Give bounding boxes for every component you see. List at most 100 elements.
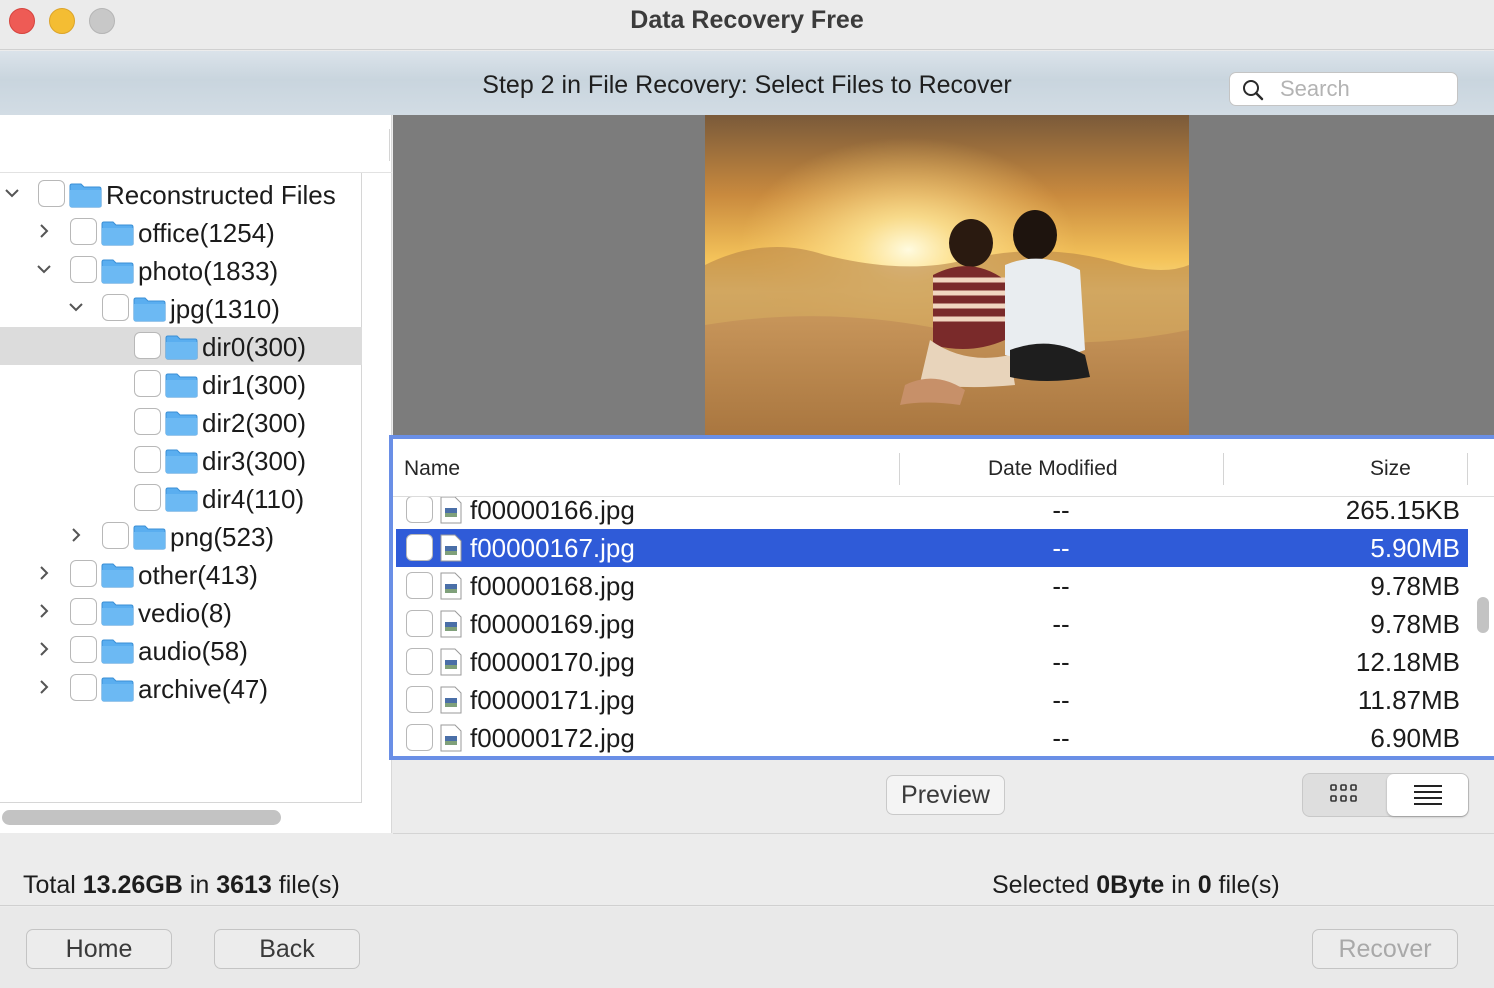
tree-item-label: dir2(300) (202, 408, 307, 438)
search-box[interactable] (1229, 72, 1458, 106)
tree-checkbox[interactable] (102, 294, 129, 321)
file-row[interactable]: f00000166.jpg -- 265.15KB (396, 497, 1468, 529)
horizontal-scrollbar[interactable] (2, 810, 281, 825)
tree-item-label: photo(1833) (138, 256, 279, 286)
view-mode-toggle (1302, 773, 1469, 817)
chevron-right-icon[interactable] (35, 222, 53, 240)
tree-checkbox[interactable] (70, 218, 97, 245)
tree-item-dir0[interactable]: dir0(300) (0, 327, 362, 365)
folder-tree: Reconstructed Files office(1254) photo(1… (0, 173, 362, 803)
tree-item-label: other(413) (138, 560, 258, 590)
folder-icon (101, 259, 134, 284)
file-row[interactable]: f00000170.jpg -- 12.18MB (396, 643, 1468, 681)
folder-icon (101, 563, 134, 588)
tree-checkbox[interactable] (70, 674, 97, 701)
tree-item-photo[interactable]: photo(1833) (0, 251, 362, 289)
tree-item-jpg[interactable]: jpg(1310) (0, 289, 362, 327)
selected-size: 0Byte (1096, 871, 1165, 899)
total-prefix: Total (23, 871, 83, 899)
tree-checkbox[interactable] (70, 560, 97, 587)
tree-item-png[interactable]: png(523) (0, 517, 362, 555)
tree-item-label: office(1254) (138, 218, 275, 248)
window-title: Data Recovery Free (630, 6, 864, 34)
chevron-right-icon[interactable] (35, 564, 53, 582)
tree-checkbox[interactable] (134, 484, 161, 511)
recover-button[interactable]: Recover (1312, 929, 1458, 969)
column-header-name[interactable]: Name (404, 457, 460, 481)
column-divider (1467, 453, 1468, 485)
file-checkbox[interactable] (406, 572, 433, 599)
file-name: f00000167.jpg (470, 533, 635, 563)
file-checkbox[interactable] (406, 534, 433, 561)
image-file-icon (440, 534, 462, 562)
folder-icon (101, 221, 134, 246)
chevron-right-icon[interactable] (35, 678, 53, 696)
column-header-size[interactable]: Size (1370, 457, 1411, 481)
file-list-header: Name Date Modified Size (393, 439, 1494, 497)
tree-checkbox[interactable] (102, 522, 129, 549)
file-size: 9.78MB (1370, 609, 1460, 639)
folder-icon (69, 183, 102, 208)
vertical-scrollbar[interactable] (1477, 597, 1489, 633)
tree-checkbox[interactable] (134, 332, 161, 359)
tree-checkbox[interactable] (70, 636, 97, 663)
folder-icon (165, 335, 198, 360)
file-checkbox[interactable] (406, 497, 433, 523)
file-size: 12.18MB (1355, 647, 1460, 677)
image-file-icon (440, 686, 462, 714)
tree-item-dir4[interactable]: dir4(110) (0, 479, 362, 517)
tree-checkbox[interactable] (70, 256, 97, 283)
tree-item-audio[interactable]: audio(58) (0, 631, 362, 669)
file-checkbox[interactable] (406, 686, 433, 713)
tree-item-other[interactable]: other(413) (0, 555, 362, 593)
selected-summary: Selected 0Byte in 0 file(s) (992, 871, 1280, 900)
file-date: -- (1052, 647, 1070, 677)
tree-item-archive[interactable]: archive(47) (0, 669, 362, 707)
chevron-right-icon[interactable] (35, 602, 53, 620)
file-name: f00000172.jpg (470, 723, 635, 753)
bottom-bar: Home Back Recover (0, 907, 1494, 988)
tree-item-dir2[interactable]: dir2(300) (0, 403, 362, 441)
folder-icon (165, 373, 198, 398)
search-input[interactable] (1280, 75, 1450, 103)
tree-item-vedio[interactable]: vedio(8) (0, 593, 362, 631)
column-header-date[interactable]: Date Modified (988, 457, 1118, 481)
tree-item-reconstructed-files[interactable]: Reconstructed Files (0, 175, 362, 213)
grid-view-button[interactable] (1303, 774, 1387, 816)
chevron-right-icon[interactable] (35, 640, 53, 658)
chevron-down-icon[interactable] (35, 260, 53, 278)
file-size: 11.87MB (1357, 685, 1460, 715)
image-file-icon (440, 572, 462, 600)
search-icon (1243, 80, 1264, 101)
folder-icon (101, 677, 134, 702)
back-button[interactable]: Back (214, 929, 360, 969)
file-row[interactable]: f00000168.jpg -- 9.78MB (396, 567, 1468, 605)
tree-checkbox[interactable] (134, 408, 161, 435)
tree-checkbox[interactable] (38, 180, 65, 207)
file-checkbox[interactable] (406, 648, 433, 675)
file-checkbox[interactable] (406, 724, 433, 751)
tree-checkbox[interactable] (134, 446, 161, 473)
tree-item-label: dir0(300) (202, 332, 307, 362)
tree-item-office[interactable]: office(1254) (0, 213, 362, 251)
file-row[interactable]: f00000172.jpg -- 6.90MB (396, 719, 1468, 757)
list-view-button[interactable] (1387, 774, 1468, 816)
grid-view-icon (1330, 784, 1357, 802)
chevron-right-icon[interactable] (67, 526, 85, 544)
title-bar: Data Recovery Free (0, 0, 1494, 50)
home-button[interactable]: Home (26, 929, 172, 969)
tree-item-dir1[interactable]: dir1(300) (0, 365, 362, 403)
file-checkbox[interactable] (406, 610, 433, 637)
chevron-down-icon[interactable] (3, 184, 21, 202)
file-size: 5.90MB (1370, 533, 1460, 563)
preview-button[interactable]: Preview (886, 775, 1005, 815)
file-row[interactable]: f00000169.jpg -- 9.78MB (396, 605, 1468, 643)
tree-checkbox[interactable] (134, 370, 161, 397)
tree-checkbox[interactable] (70, 598, 97, 625)
image-file-icon (440, 648, 462, 676)
tree-item-dir3[interactable]: dir3(300) (0, 441, 362, 479)
file-row[interactable]: f00000171.jpg -- 11.87MB (396, 681, 1468, 719)
chevron-down-icon[interactable] (67, 298, 85, 316)
file-row-selected[interactable]: f00000167.jpg -- 5.90MB (396, 529, 1468, 567)
file-name: f00000169.jpg (470, 609, 635, 639)
